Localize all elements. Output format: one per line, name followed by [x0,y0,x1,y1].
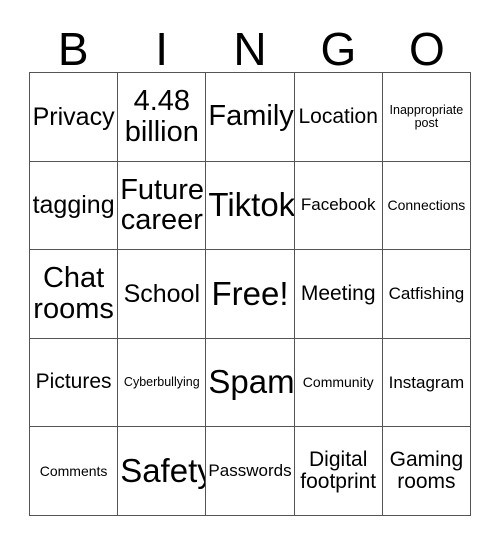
bingo-cell-label: School [123,279,201,308]
bingo-cell-label: Comments [39,462,108,479]
bingo-header-letter: G [320,23,357,75]
bingo-cell-label: Tiktok [208,185,295,223]
bingo-cell[interactable]: Catfishing [382,250,471,339]
bingo-cell[interactable]: Future career [118,161,207,251]
bingo-cell-label: Future career [120,173,205,237]
bingo-header-letter: I [155,23,168,75]
bingo-cell-label: Instagram [388,372,465,392]
bingo-cell[interactable]: School [118,250,207,339]
bingo-cell-label: Digital footprint [300,447,377,494]
bingo-cell-label: Spam [208,363,295,401]
bingo-cell-label: Location [298,104,378,128]
bingo-cell[interactable]: Community [294,338,383,428]
bingo-cell-label: Community [302,374,374,391]
bingo-cell[interactable]: Connections [382,161,471,251]
bingo-cell-label: Catfishing [388,283,465,303]
bingo-cell[interactable]: Instagram [382,338,471,428]
bingo-card: B I N GO Privacy 4.48 billion Family Location I… [0,0,500,544]
bingo-cell[interactable]: Inappropriate post [382,73,471,162]
bingo-cell[interactable]: tagging [30,161,119,251]
bingo-cell-label: Chat rooms [33,262,114,325]
bingo-free-space-cell[interactable]: Free! [206,250,295,339]
bingo-cell[interactable]: Chat rooms [30,250,119,339]
bingo-cell[interactable]: Privacy [30,73,119,162]
bingo-grid: Privacy 4.48 billion Family Location Inappro… [29,72,471,516]
bingo-header-letter: N [233,23,267,75]
bingo-cell-label: Pictures [35,370,112,394]
bingo-cell[interactable]: Safety [118,427,207,516]
bingo-cell[interactable]: Passwords [206,427,295,516]
bingo-cell-label: Meeting [300,281,376,305]
bingo-cell-label: Connections [387,196,466,213]
bingo-cell-label: Free! [211,274,289,312]
bingo-cell-label: Facebook [300,195,376,215]
bingo-cell[interactable]: Facebook [294,161,383,251]
bingo-cell[interactable]: Cyberbullying [118,338,207,428]
bingo-cell-label: Inappropriate post [389,102,464,130]
bingo-cell-label: Gaming rooms [389,447,464,494]
bingo-cell-label: Passwords [208,461,292,481]
bingo-cell-label: Cyberbullying [123,374,200,389]
bingo-header-letter: B [57,23,89,75]
bingo-cell[interactable]: 4.48 billion [118,73,207,162]
bingo-cell[interactable]: Family [206,73,295,162]
bingo-cell[interactable]: Gaming rooms [382,427,471,516]
bingo-cell[interactable]: Comments [30,427,119,516]
bingo-header-row: B I N GO [29,16,471,72]
bingo-cell[interactable]: Spam [206,338,295,428]
bingo-cell-label: Family [208,100,294,133]
bingo-cell[interactable]: Digital footprint [294,427,383,516]
bingo-cell-label: Safety [120,451,207,489]
bingo-cell[interactable]: Pictures [30,338,119,428]
bingo-cell[interactable]: Tiktok [206,161,295,251]
bingo-cell-label: Privacy [32,102,115,131]
bingo-cell[interactable]: Location [294,73,383,162]
bingo-cell-label: 4.48 billion [124,85,199,148]
bingo-cell[interactable]: Meeting [294,250,383,339]
bingo-header-letter: O [408,23,445,75]
bingo-cell-label: tagging [32,191,115,220]
